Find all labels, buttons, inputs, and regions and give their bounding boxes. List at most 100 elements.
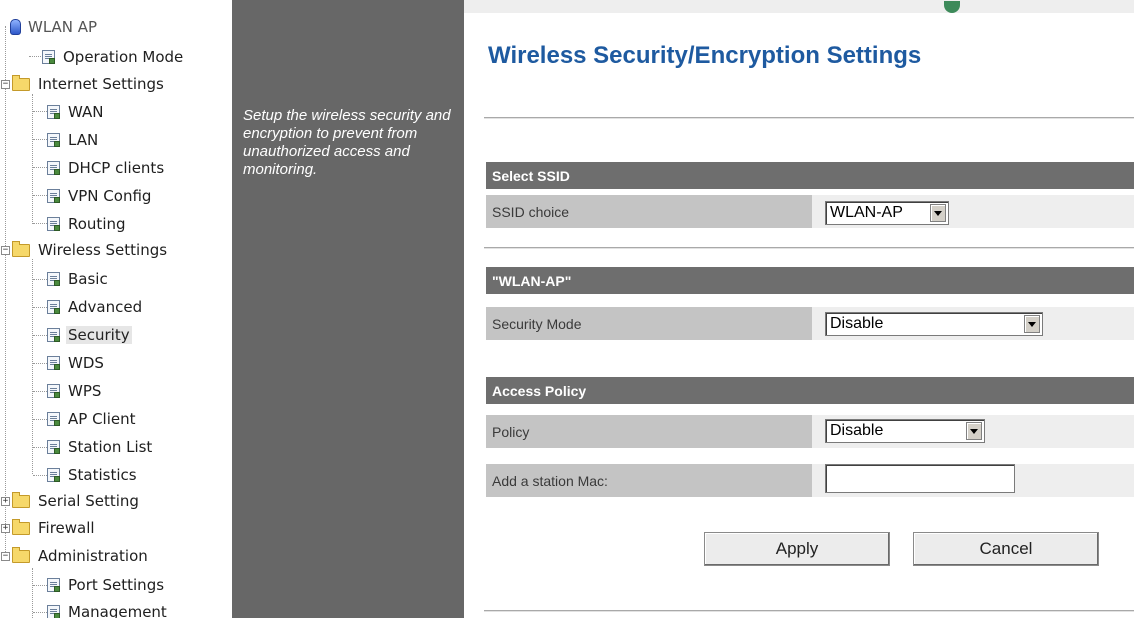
tree-item-routing[interactable]: Routing bbox=[47, 211, 128, 237]
tree-item-label: Port Settings bbox=[68, 576, 165, 594]
page-icon bbox=[47, 412, 60, 426]
collapse-toggle-icon[interactable]: − bbox=[1, 551, 10, 561]
chevron-down-icon[interactable] bbox=[966, 422, 982, 440]
ssid-choice-select[interactable]: WLAN-AP bbox=[825, 201, 949, 225]
tree-item-wps[interactable]: WPS bbox=[47, 378, 103, 404]
tree-root-label: WLAN AP bbox=[28, 18, 98, 36]
tree-guide-line bbox=[5, 26, 6, 556]
tree-guide-line bbox=[33, 612, 47, 613]
chevron-down-icon[interactable] bbox=[1024, 315, 1040, 333]
page-icon bbox=[47, 578, 60, 592]
tree-guide-line bbox=[33, 419, 47, 420]
router-icon bbox=[10, 19, 21, 35]
tree-folder-internet-settings[interactable]: − Internet Settings bbox=[1, 71, 166, 97]
tree-item-wds[interactable]: WDS bbox=[47, 350, 106, 376]
apply-button[interactable]: Apply bbox=[704, 532, 890, 566]
tree-item-label: Security bbox=[66, 326, 132, 344]
folder-icon bbox=[12, 74, 30, 91]
page-icon bbox=[47, 189, 60, 203]
tree-guide-line bbox=[33, 475, 47, 476]
policy-select[interactable]: Disable bbox=[825, 419, 985, 443]
tree-item-label: Management bbox=[68, 603, 167, 618]
folder-icon bbox=[12, 518, 30, 535]
tree-folder-serial-setting[interactable]: + Serial Setting bbox=[1, 488, 141, 514]
tree-item-label: WPS bbox=[68, 382, 102, 400]
tree-guide-line bbox=[33, 279, 47, 280]
page-icon bbox=[47, 356, 60, 370]
tree-guide-line bbox=[33, 111, 47, 112]
security-mode-label: Security Mode bbox=[486, 307, 812, 340]
tree-item-basic[interactable]: Basic bbox=[47, 266, 110, 292]
station-mac-input[interactable] bbox=[825, 464, 1015, 493]
tree-item-port-settings[interactable]: Port Settings bbox=[47, 572, 166, 598]
tree-guide-line bbox=[33, 585, 47, 586]
tree-item-label: Internet Settings bbox=[38, 75, 164, 93]
folder-icon bbox=[12, 491, 30, 508]
security-mode-select[interactable]: Disable bbox=[825, 312, 1043, 336]
tree-item-label: Advanced bbox=[68, 298, 143, 316]
expand-toggle-icon[interactable]: + bbox=[1, 523, 10, 533]
section-header-select-ssid: Select SSID bbox=[486, 162, 1134, 189]
tree-item-label: Routing bbox=[68, 215, 126, 233]
tree-item-advanced[interactable]: Advanced bbox=[47, 294, 144, 320]
settings-content: Wireless Security/Encryption Settings Se… bbox=[464, 0, 1134, 618]
add-station-mac-label: Add a station Mac: bbox=[486, 464, 812, 497]
tree-folder-administration[interactable]: − Administration bbox=[1, 543, 150, 569]
page-icon bbox=[42, 50, 55, 64]
form-row-ssid-choice: SSID choice WLAN-AP bbox=[486, 195, 1134, 228]
page-icon bbox=[47, 300, 60, 314]
tree-item-station-list[interactable]: Station List bbox=[47, 434, 154, 460]
divider bbox=[484, 610, 1134, 612]
tree-item-label: Firewall bbox=[38, 519, 95, 537]
tree-item-label: VPN Config bbox=[68, 187, 152, 205]
page-icon bbox=[47, 217, 60, 231]
tree-item-dhcp-clients[interactable]: DHCP clients bbox=[47, 155, 166, 181]
tree-guide-line bbox=[29, 56, 43, 57]
tree-guide-line bbox=[32, 568, 33, 618]
tree-item-label: Station List bbox=[68, 438, 153, 456]
tree-item-label: Statistics bbox=[68, 466, 137, 484]
folder-icon bbox=[12, 546, 30, 563]
ssid-choice-value: WLAN-AP bbox=[830, 204, 903, 221]
page-icon bbox=[47, 161, 60, 175]
tree-item-statistics[interactable]: Statistics bbox=[47, 462, 139, 488]
tree-item-security[interactable]: Security bbox=[47, 322, 132, 348]
tree-folder-firewall[interactable]: + Firewall bbox=[1, 515, 97, 541]
tree-item-label: Administration bbox=[38, 547, 148, 565]
divider bbox=[484, 247, 1134, 249]
help-description: Setup the wireless security and encrypti… bbox=[243, 107, 451, 178]
tree-item-vpn-config[interactable]: VPN Config bbox=[47, 183, 153, 209]
policy-value: Disable bbox=[830, 422, 884, 439]
tree-item-label: LAN bbox=[68, 131, 99, 149]
divider bbox=[484, 117, 1134, 119]
tree-item-ap-client[interactable]: AP Client bbox=[47, 406, 138, 432]
tree-item-label: AP Client bbox=[68, 410, 136, 428]
tree-root-wlan-ap[interactable]: WLAN AP bbox=[10, 14, 99, 40]
tree-item-operation-mode[interactable]: Operation Mode bbox=[42, 44, 185, 70]
policy-label: Policy bbox=[486, 415, 812, 448]
tree-item-label: Wireless Settings bbox=[38, 241, 168, 259]
page-icon bbox=[47, 105, 60, 119]
page-icon bbox=[47, 384, 60, 398]
collapse-toggle-icon[interactable]: − bbox=[1, 245, 10, 255]
tree-guide-line bbox=[33, 139, 47, 140]
tree-guide-line bbox=[32, 259, 33, 474]
navigation-tree: WLAN AP Operation Mode − Internet Settin… bbox=[0, 0, 232, 618]
tree-guide-line bbox=[32, 94, 33, 224]
tree-item-lan[interactable]: LAN bbox=[47, 127, 100, 153]
chevron-down-icon[interactable] bbox=[930, 204, 946, 222]
page-icon bbox=[47, 272, 60, 286]
expand-toggle-icon[interactable]: + bbox=[1, 496, 10, 506]
help-panel: Setup the wireless security and encrypti… bbox=[232, 0, 464, 618]
tree-folder-wireless-settings[interactable]: − Wireless Settings bbox=[1, 237, 169, 263]
collapse-toggle-icon[interactable]: − bbox=[1, 79, 10, 89]
tree-guide-line bbox=[33, 195, 47, 196]
section-header-access-policy: Access Policy bbox=[486, 377, 1134, 404]
form-row-policy: Policy Disable bbox=[486, 415, 1134, 448]
tree-guide-line bbox=[33, 307, 47, 308]
tree-item-management[interactable]: Management bbox=[47, 599, 169, 618]
tree-item-wan[interactable]: WAN bbox=[47, 99, 106, 125]
cancel-button[interactable]: Cancel bbox=[913, 532, 1099, 566]
tree-guide-line bbox=[33, 223, 47, 224]
tree-guide-line bbox=[33, 167, 47, 168]
